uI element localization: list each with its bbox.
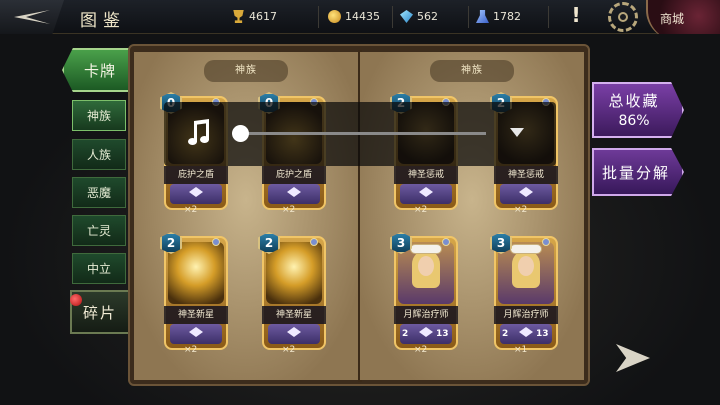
card[interactable]: 神圣新星 2 ×2 xyxy=(258,232,328,355)
card-attack: 2 xyxy=(402,329,409,339)
music-progress-track[interactable] xyxy=(242,132,486,135)
card-name: 神圣惩戒 xyxy=(394,166,458,184)
music-player-bar xyxy=(164,102,556,166)
card[interactable]: 月辉治疗师 3 2 13 ×2 xyxy=(390,232,460,355)
left-page-title: 神族 xyxy=(204,60,288,82)
notification-dot xyxy=(70,294,82,306)
nav-item-demon[interactable]: 恶魔 xyxy=(72,177,126,208)
settings-gear-icon[interactable] xyxy=(608,2,638,32)
dust-icon xyxy=(476,10,489,23)
card-count: ×2 xyxy=(282,205,296,215)
back-arrow-icon xyxy=(14,10,50,24)
gem-counter: 562 xyxy=(400,10,438,23)
collection-label: 总收藏 xyxy=(608,92,660,110)
card-count: ×2 xyxy=(184,205,198,215)
right-page-title: 神族 xyxy=(430,60,514,82)
card[interactable]: 神圣新星 2 ×2 xyxy=(160,232,230,355)
nav-item-divine[interactable]: 神族 xyxy=(72,100,126,131)
card-count: ×2 xyxy=(514,205,528,215)
tab-cards[interactable]: 卡牌 xyxy=(62,48,130,92)
card-count: ×1 xyxy=(514,345,528,355)
card-name: 月辉治疗师 xyxy=(394,306,458,324)
gem-icon xyxy=(400,10,413,23)
card-count: ×2 xyxy=(414,345,428,355)
top-bar: 图鉴 4617 14435 562 1782 ! 商城 xyxy=(0,0,720,40)
trophy-value: 4617 xyxy=(249,10,277,23)
gem-value: 562 xyxy=(417,10,438,23)
trophy-counter: 4617 xyxy=(232,10,277,23)
card-count: ×2 xyxy=(184,345,198,355)
nav-item-human[interactable]: 人族 xyxy=(72,139,126,170)
music-progress-knob[interactable] xyxy=(232,125,249,142)
bulk-disenchant-button[interactable]: 批量分解 xyxy=(592,148,684,196)
card-name: 神圣惩戒 xyxy=(494,166,558,184)
card-name: 庇护之盾 xyxy=(262,166,326,184)
card-health: 13 xyxy=(536,329,549,339)
music-note-icon[interactable] xyxy=(186,118,216,150)
collection-button[interactable]: 总收藏 86% xyxy=(592,82,684,138)
card-name: 月辉治疗师 xyxy=(494,306,558,324)
card-name: 神圣新星 xyxy=(262,306,326,324)
tribe-icon xyxy=(442,238,450,246)
back-button[interactable] xyxy=(0,0,64,34)
coin-value: 14435 xyxy=(345,10,380,23)
card-name: 神圣新星 xyxy=(164,306,228,324)
card-count: ×2 xyxy=(282,345,296,355)
tab-cards-label: 卡牌 xyxy=(84,62,117,80)
trophy-icon xyxy=(233,10,244,23)
dust-counter: 1782 xyxy=(476,10,521,23)
nav-item-undead[interactable]: 亡灵 xyxy=(72,215,126,246)
card-count: ×2 xyxy=(414,205,428,215)
alert-icon[interactable]: ! xyxy=(566,3,586,29)
dust-value: 1782 xyxy=(493,10,521,23)
chevron-down-icon[interactable] xyxy=(510,128,524,137)
page-title: 图鉴 xyxy=(80,11,126,31)
card[interactable]: 月辉治疗师 3 2 13 ×1 xyxy=(490,232,560,355)
collection-percent: 86% xyxy=(618,113,650,129)
coin-icon xyxy=(328,10,341,23)
card-name: 庇护之盾 xyxy=(164,166,228,184)
card-health: 13 xyxy=(436,329,449,339)
shop-label: 商城 xyxy=(660,12,685,26)
tribe-icon xyxy=(212,238,220,246)
nav-item-neutral[interactable]: 中立 xyxy=(72,253,126,284)
coin-counter: 14435 xyxy=(328,10,380,23)
tribe-icon xyxy=(542,238,550,246)
card-attack: 2 xyxy=(502,329,509,339)
tribe-icon xyxy=(310,238,318,246)
